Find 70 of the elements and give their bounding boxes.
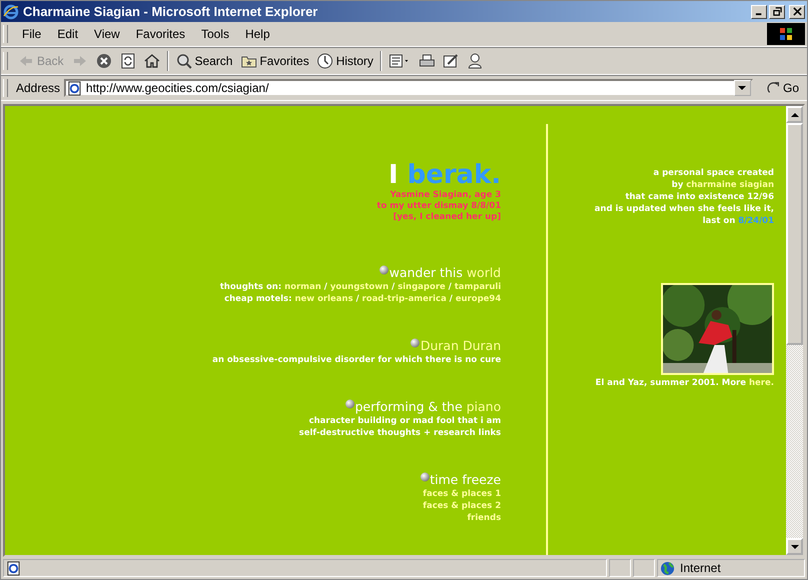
down-arrow-icon: [790, 542, 798, 550]
about-line: last on 8/24/01: [702, 215, 774, 227]
about-line: by charmaine siagian: [672, 179, 774, 191]
address-field[interactable]: http://www.geocities.com/csiagian/: [64, 79, 753, 97]
forward-arrow-icon: [72, 53, 88, 69]
section-title: time freeze: [430, 472, 501, 488]
edit-icon: [443, 53, 460, 69]
menu-item[interactable]: Help: [237, 27, 278, 41]
about-line: that came into existence 12/96: [625, 191, 774, 203]
go-button[interactable]: Go: [754, 81, 807, 95]
menu-item[interactable]: Tools: [193, 27, 238, 41]
section-line: self-destructive thoughts + research links: [299, 427, 501, 439]
section-title: performing & the piano: [354, 399, 501, 415]
status-pane: [633, 559, 655, 577]
section-line: faces & places 1: [422, 488, 501, 500]
about-line: a personal space created: [653, 167, 774, 179]
menu-item[interactable]: File: [14, 27, 50, 41]
menu-item[interactable]: View: [86, 27, 128, 41]
section-line: friends: [467, 512, 501, 524]
history-icon: [317, 53, 334, 69]
restore-button[interactable]: [769, 4, 785, 18]
dropdown-button[interactable]: [734, 80, 751, 96]
security-zone: Internet: [680, 561, 721, 575]
go-arrow-icon: [766, 81, 781, 95]
section-title: Duran Duran: [420, 338, 501, 354]
address-label: Address: [16, 81, 62, 95]
about-line: and is updated when she feels like it,: [594, 203, 774, 215]
menu-item[interactable]: Favorites: [128, 27, 194, 41]
history-button[interactable]: History: [313, 51, 378, 71]
section-line: faces & places 2: [422, 500, 501, 512]
window-title: Charmaine Siagian - Microsoft Internet Explorer: [23, 4, 319, 19]
browser-logo-icon: [3, 4, 19, 20]
scroll-up-button[interactable]: [786, 106, 803, 123]
vertical-scrollbar[interactable]: [786, 106, 803, 555]
section-line: thoughts on: norman / youngstown / singapore / tamparuli: [220, 281, 501, 293]
globe-icon: [660, 560, 675, 576]
printer-icon: [419, 53, 436, 69]
home-icon: [144, 53, 160, 69]
close-icon: [792, 7, 802, 16]
windows-flag-icon: [778, 26, 794, 42]
bullet-ball-icon: [420, 472, 430, 482]
search-button[interactable]: Search: [172, 51, 237, 71]
headline: I berak.: [388, 160, 501, 190]
person-icon: [467, 53, 484, 69]
search-icon: [176, 53, 192, 69]
up-arrow-icon: [790, 110, 798, 118]
section-title: wander this world: [389, 265, 501, 281]
scroll-thumb[interactable]: [786, 123, 803, 345]
section-line: character building or mad fool that i am: [308, 415, 501, 427]
stop-icon: [96, 53, 112, 69]
caret-icon: [738, 84, 746, 92]
photo-note: to my utter dismay 8/8/01: [376, 201, 501, 212]
bullet-ball-icon: [410, 338, 420, 348]
scroll-down-button[interactable]: [786, 538, 803, 555]
photo-note: Yasmine Siagian, age 3: [390, 190, 501, 201]
restore-icon: [772, 7, 782, 16]
menu-item[interactable]: Edit: [49, 27, 86, 41]
refresh-icon: [120, 53, 136, 69]
section-line: an obsessive-compulsive disorder for which there is no cure: [212, 354, 501, 366]
bullet-ball-icon: [379, 265, 390, 275]
close-button[interactable]: [789, 4, 805, 18]
favorites-button[interactable]: Favorites: [236, 51, 314, 71]
photo-note: [yes, I cleaned her up]: [393, 212, 501, 223]
photo-caption: El and Yaz, summer 2001. More here.: [595, 377, 774, 389]
page-icon: [67, 80, 82, 96]
status-pane: [609, 559, 631, 577]
minimize-button[interactable]: [751, 4, 767, 18]
back-arrow-icon: [18, 53, 34, 69]
section-line: cheap motels: new orleans / road-trip-america / europe94: [224, 293, 501, 305]
bullet-ball-icon: [344, 399, 355, 409]
